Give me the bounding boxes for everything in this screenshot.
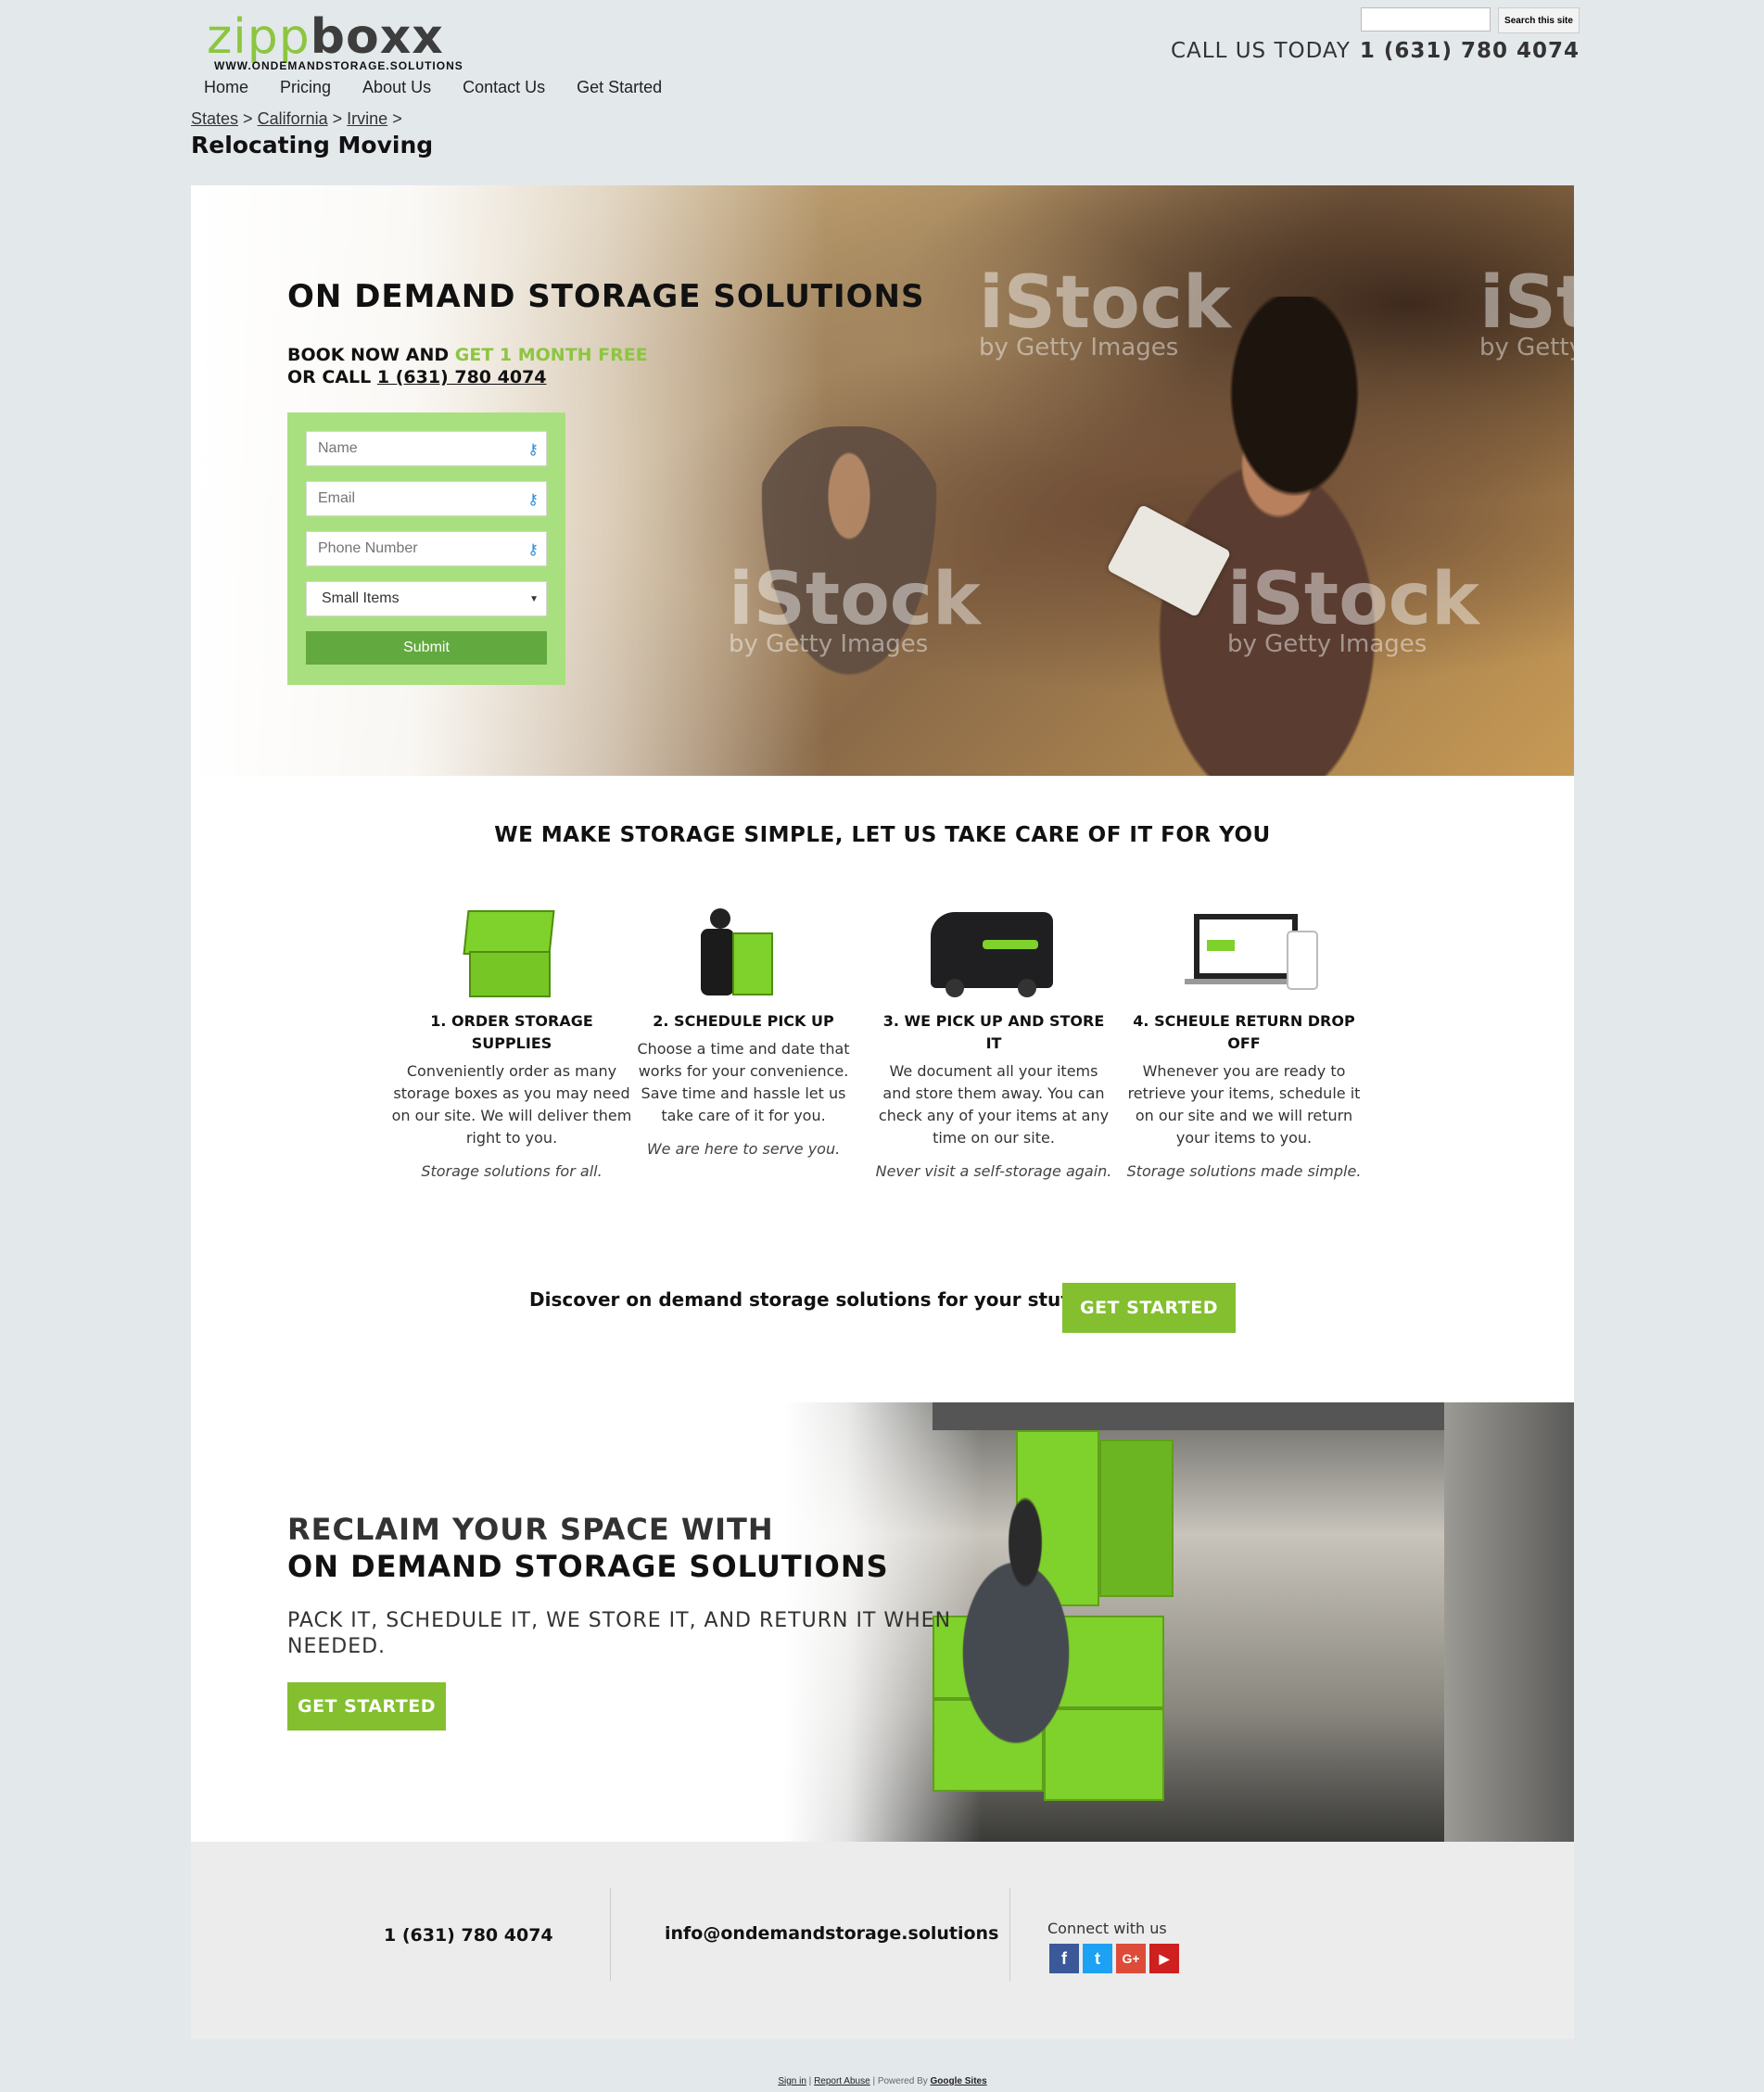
name-field[interactable]: ⚷ [306, 431, 547, 466]
key-icon: ⚷ [527, 542, 539, 558]
youtube-icon[interactable]: ▶ [1149, 1944, 1179, 1973]
breadcrumb: States > California > Irvine > [191, 109, 402, 129]
phone-field[interactable]: ⚷ [306, 531, 547, 566]
dropdown-arrow-icon: ▼ [529, 593, 539, 604]
page-title: Relocating Moving [191, 132, 434, 158]
search-input[interactable] [1361, 7, 1491, 32]
reclaim-section: RECLAIM YOUR SPACE WITH ON DEMAND STORAG… [191, 1402, 1574, 1842]
reclaim-subtitle: PACK IT, SCHEDULE IT, WE STORE IT, AND R… [287, 1609, 952, 1658]
get-started-button[interactable]: GET STARTED [1062, 1283, 1236, 1333]
key-icon: ⚷ [527, 442, 539, 458]
reclaim-line2: ON DEMAND STORAGE SOLUTIONS [287, 1549, 889, 1584]
nav-about-us[interactable]: About Us [362, 78, 431, 97]
breadcrumb-separator: > [243, 109, 253, 128]
mover-handtruck-icon [623, 899, 864, 1010]
step-title: 4. SCHEULE RETURN DROP OFF [1133, 1012, 1355, 1052]
name-input[interactable] [307, 432, 514, 465]
report-abuse-link[interactable]: Report Abuse [814, 2076, 870, 2086]
twitter-icon[interactable]: t [1083, 1944, 1112, 1973]
hero-section: iStockby Getty Images iStockby Getty Ima… [191, 185, 1574, 776]
footer: 1 (631) 780 4074 info@ondemandstorage.so… [191, 1842, 1574, 2039]
select-value: Small Items [322, 590, 400, 606]
phone-input[interactable] [307, 532, 514, 565]
bottom-links: Sign in | Report Abuse | Powered By Goog… [778, 2076, 987, 2086]
watermark: iStockby Getty Images [1227, 558, 1479, 658]
social-links: f t G+ ▶ [1049, 1944, 1179, 1973]
logo-wordmark: zippboxx [207, 9, 444, 65]
breadcrumb-states[interactable]: States [191, 109, 238, 128]
step-tagline: Storage solutions for all. [421, 1162, 603, 1180]
step-body: Choose a time and date that works for yo… [637, 1040, 850, 1124]
watermark: iStockby Getty Images [1479, 261, 1574, 361]
hero-call: OR CALL 1 (631) 780 4074 [287, 367, 547, 387]
delivery-van-icon [873, 899, 1114, 1010]
devices-icon [1123, 899, 1364, 1010]
watermark: iStockby Getty Images [729, 558, 981, 658]
green-crates-icon [391, 899, 632, 1010]
step-tagline: We are here to serve you. [646, 1140, 841, 1158]
breadcrumb-california[interactable]: California [258, 109, 328, 128]
nav-pricing[interactable]: Pricing [280, 78, 331, 97]
get-started-button-secondary[interactable]: GET STARTED [287, 1682, 446, 1731]
site-logo[interactable]: zippboxx WWW.ONDEMANDSTORAGE.SOLUTIONS [207, 13, 463, 72]
logo-url: WWW.ONDEMANDSTORAGE.SOLUTIONS [214, 59, 463, 72]
discover-text: Discover on demand storage solutions for… [529, 1288, 1087, 1311]
main-content: iStockby Getty Images iStockby Getty Ima… [191, 185, 1574, 1842]
footer-phone: 1 (631) 780 4074 [384, 1925, 553, 1946]
call-us: CALL US TODAY 1 (631) 780 4074 [1171, 39, 1580, 63]
sign-in-link[interactable]: Sign in [778, 2076, 806, 2086]
step-pick-up-store: 3. WE PICK UP AND STORE IT We document a… [873, 899, 1114, 1180]
step-body: We document all your items and store the… [878, 1062, 1110, 1147]
step-title: 1. ORDER STORAGE SUPPLIES [430, 1012, 593, 1052]
search-button[interactable]: Search this site [1498, 7, 1580, 33]
call-label: CALL US TODAY [1170, 39, 1351, 63]
step-schedule-pickup: 2. SCHEDULE PICK UP Choose a time and da… [623, 899, 864, 1158]
nav-home[interactable]: Home [204, 78, 248, 97]
step-title: 2. SCHEDULE PICK UP [653, 1012, 834, 1030]
google-sites-link[interactable]: Google Sites [931, 2076, 987, 2086]
step-body: Whenever you are ready to retrieve your … [1127, 1062, 1361, 1147]
simple-heading: WE MAKE STORAGE SIMPLE, LET US TAKE CARE… [494, 823, 1271, 847]
hero-photo-woman [1053, 297, 1442, 776]
email-input[interactable] [307, 482, 514, 515]
email-field[interactable]: ⚷ [306, 481, 547, 516]
breadcrumb-separator: > [332, 109, 343, 128]
step-tagline: Never visit a self-storage again. [875, 1162, 1112, 1180]
hero-phone-link[interactable]: 1 (631) 780 4074 [377, 367, 547, 387]
reclaim-line1: RECLAIM YOUR SPACE WITH [287, 1512, 774, 1547]
google-plus-icon[interactable]: G+ [1116, 1944, 1146, 1973]
booking-form: ⚷ ⚷ ⚷ Small Items ▼ Submit [287, 412, 565, 685]
hero-title: ON DEMAND STORAGE SOLUTIONS [287, 278, 925, 315]
breadcrumb-irvine[interactable]: Irvine [347, 109, 387, 128]
hero-offer: BOOK NOW AND GET 1 MONTH FREE [287, 345, 648, 365]
powered-by: Powered By [877, 2076, 928, 2086]
step-title: 3. WE PICK UP AND STORE IT [882, 1012, 1105, 1052]
main-nav: Home Pricing About Us Contact Us Get Sta… [204, 78, 693, 97]
breadcrumb-separator: > [392, 109, 402, 128]
footer-email[interactable]: info@ondemandstorage.solutions [665, 1923, 998, 1944]
nav-contact-us[interactable]: Contact Us [463, 78, 545, 97]
watermark: iStockby Getty Images [979, 261, 1231, 361]
offer-highlight: GET 1 MONTH FREE [454, 345, 648, 365]
call-number: 1 (631) 780 4074 [1359, 39, 1580, 63]
nav-get-started[interactable]: Get Started [577, 78, 662, 97]
step-schedule-return: 4. SCHEULE RETURN DROP OFF Whenever you … [1123, 899, 1364, 1180]
key-icon: ⚷ [527, 492, 539, 508]
steps-row: 1. ORDER STORAGE SUPPLIES Conveniently o… [391, 899, 1392, 1214]
step-order-supplies: 1. ORDER STORAGE SUPPLIES Conveniently o… [391, 899, 632, 1180]
step-tagline: Storage solutions made simple. [1126, 1162, 1362, 1180]
step-body: Conveniently order as many storage boxes… [391, 1062, 632, 1147]
item-size-select[interactable]: Small Items ▼ [306, 581, 547, 616]
submit-button[interactable]: Submit [306, 631, 547, 665]
facebook-icon[interactable]: f [1049, 1944, 1079, 1973]
connect-label: Connect with us [1047, 1920, 1167, 1937]
